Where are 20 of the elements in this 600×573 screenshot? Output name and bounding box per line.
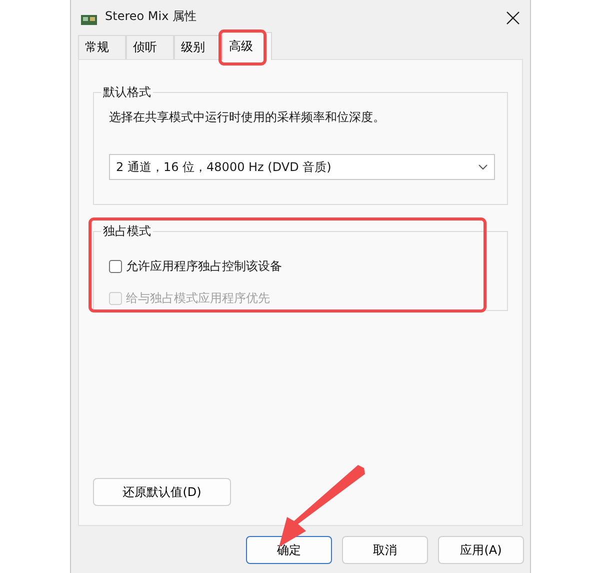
format-dropdown[interactable]: 2 通道，16 位，48000 Hz (DVD 音质) <box>109 154 495 180</box>
chevron-down-icon <box>478 164 488 170</box>
tab[interactable]: 常规 <box>78 35 126 59</box>
highlight-box <box>218 30 266 66</box>
checkbox-label: 给与独占模式应用程序优先 <box>126 290 270 307</box>
checkbox[interactable] <box>109 260 122 273</box>
dialog-button[interactable]: 应用(A) <box>438 536 524 564</box>
restore-defaults-button[interactable]: 还原默认值(D) <box>93 478 231 506</box>
dialog-button[interactable]: 取消 <box>342 536 428 564</box>
tab[interactable]: 高级 <box>222 32 272 60</box>
description-text: 选择在共享模式中运行时使用的采样频率和位深度。 <box>109 109 386 126</box>
window-title: Stereo Mix 属性 <box>105 8 198 25</box>
sound-card-icon <box>81 15 97 25</box>
tab[interactable]: 侦听 <box>126 35 174 59</box>
tab[interactable]: 级别 <box>174 35 222 59</box>
dialog-button[interactable]: 确定 <box>246 536 332 564</box>
close-icon[interactable] <box>506 11 520 25</box>
group-title: 默认格式 <box>102 84 152 101</box>
group-title: 独占模式 <box>102 223 152 240</box>
checkbox-label: 允许应用程序独占控制该设备 <box>126 258 282 275</box>
